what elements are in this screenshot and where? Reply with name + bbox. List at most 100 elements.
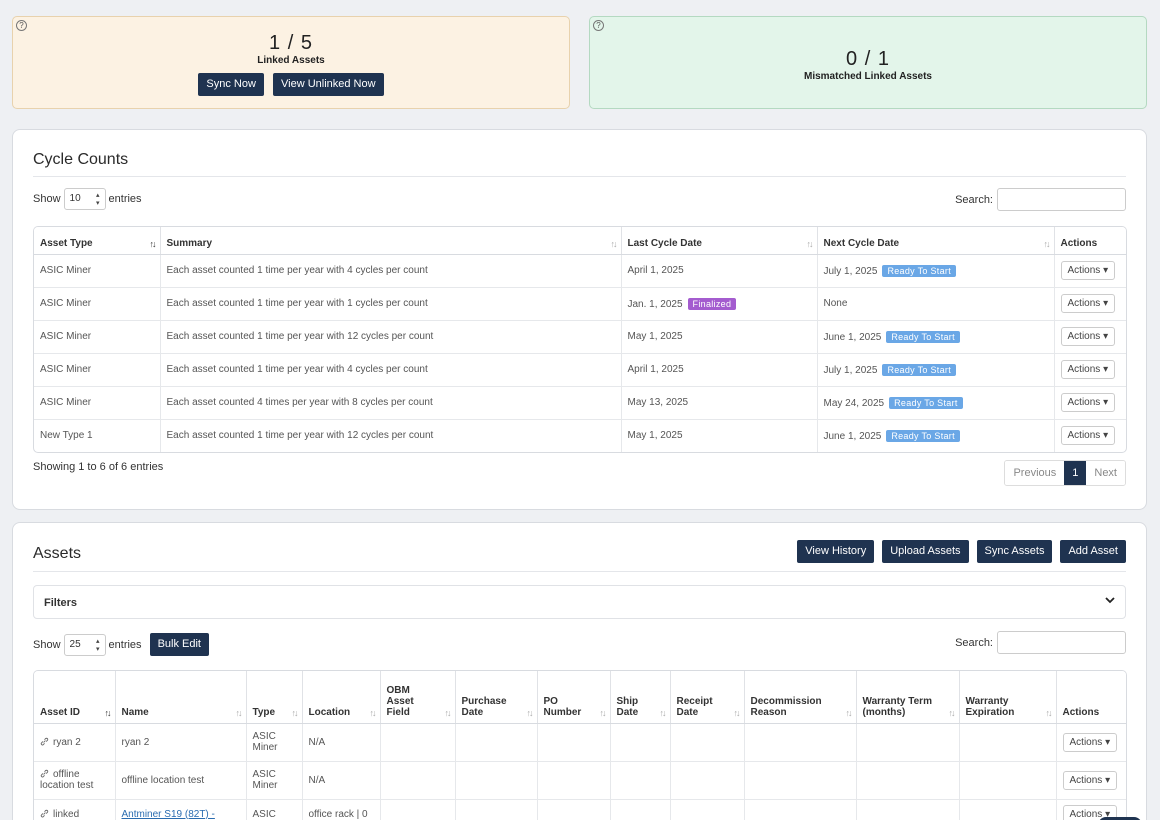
help-icon[interactable]: ? — [593, 20, 604, 31]
empty-cell — [744, 723, 857, 762]
column-header-po-number[interactable]: PO Number ↑↓ — [537, 671, 611, 724]
empty-cell — [670, 799, 745, 820]
column-header-summary[interactable]: Summary ↑↓ — [160, 227, 622, 255]
status-badge: Ready To Start — [889, 396, 963, 409]
actions-cell: Actions ▾ — [1054, 353, 1126, 387]
divider — [33, 571, 1126, 572]
summary-cell: Each asset counted 1 time per year with … — [160, 353, 622, 387]
assets-search: Search: — [955, 631, 1126, 654]
cycle-counts-panel: Cycle Counts Show 10 ▴ ▾ entries Search: A… — [12, 129, 1147, 510]
column-header-obm-asset-field[interactable]: OBM Asset Field ↑↓ — [380, 671, 456, 724]
table-row: ASIC Miner Each asset counted 1 time per … — [34, 287, 1126, 321]
column-header-receipt-date[interactable]: Receipt Date ↑↓ — [670, 671, 745, 724]
link-icon — [40, 809, 49, 818]
actions-cell: Actions ▾ — [1054, 386, 1126, 420]
asset-type-cell: New Type 1 — [34, 419, 161, 452]
sort-icon: ↑↓ — [610, 238, 618, 249]
upload-assets-button[interactable]: Upload Assets — [882, 540, 969, 563]
sort-icon: ↑↓ — [806, 238, 814, 249]
asset-id-cell[interactable]: linked — [34, 799, 116, 820]
actions-dropdown-button[interactable]: Actions ▾ — [1060, 294, 1116, 313]
column-header-actions: Actions — [1056, 671, 1126, 724]
actions-dropdown-button[interactable]: Actions ▾ — [1060, 360, 1116, 379]
asset-id-cell[interactable]: offline location test — [34, 761, 116, 800]
column-header-warranty-term-months[interactable]: Warranty Term (months) ↑↓ — [856, 671, 960, 724]
assets-panel: Assets View History Upload Assets Sync A… — [12, 522, 1147, 820]
assets-table: Asset ID ↑↓ Name ↑↓ Type ↑↓ Location ↑↓ OBM Asse… — [34, 671, 1126, 820]
page-1-button[interactable]: 1 — [1064, 461, 1087, 485]
sort-icon: ↑↓ — [526, 707, 534, 718]
linked-assets-label: Linked Assets — [257, 55, 325, 66]
add-asset-button[interactable]: Add Asset — [1060, 540, 1126, 563]
next-cycle-date-cell: July 1, 2025 Ready To Start — [817, 254, 1055, 288]
column-header-type[interactable]: Type ↑↓ — [246, 671, 303, 724]
column-header-ship-date[interactable]: Ship Date ↑↓ — [610, 671, 671, 724]
page-size-value: 25 — [69, 638, 81, 650]
help-icon[interactable]: ? — [16, 20, 27, 31]
show-label: Show — [33, 638, 61, 651]
empty-cell — [380, 761, 456, 800]
divider — [33, 176, 1126, 177]
empty-cell — [537, 723, 611, 762]
actions-dropdown-button[interactable]: Actions ▾ — [1062, 770, 1118, 790]
column-header-decommission-reason[interactable]: Decommission Reason ↑↓ — [744, 671, 857, 724]
table-row: ASIC Miner Each asset counted 1 time per … — [34, 353, 1126, 387]
actions-dropdown-button[interactable]: Actions ▾ — [1060, 426, 1116, 446]
actions-dropdown-button[interactable]: Actions ▾ — [1060, 261, 1116, 280]
actions-cell: Actions ▾ — [1054, 287, 1126, 321]
actions-dropdown-button[interactable]: Actions ▾ — [1062, 732, 1118, 752]
linked-assets-card: ? 1 / 5 Linked Assets Sync Now View Unli… — [12, 16, 570, 109]
select-arrows-icon: ▴ ▾ — [96, 637, 100, 653]
empty-cell — [670, 723, 745, 762]
asset-type-cell: ASIC Miner — [246, 761, 303, 800]
empty-cell — [537, 799, 611, 820]
sort-icon: ↑↓ — [1043, 238, 1051, 249]
next-cycle-date-cell: July 1, 2025 Ready To Start — [817, 353, 1055, 387]
column-header-last-cycle-date[interactable]: Last Cycle Date ↑↓ — [621, 227, 818, 255]
asset-name-link[interactable]: Antminer S19 (82T) - — [122, 809, 215, 820]
actions-dropdown-button[interactable]: Actions ▾ — [1060, 393, 1116, 412]
sort-icon: ↑↓ — [659, 707, 667, 718]
empty-cell — [610, 761, 671, 800]
status-badge: Ready To Start — [886, 330, 960, 343]
cycle-showing-text: Showing 1 to 6 of 6 entries — [33, 461, 164, 473]
sort-icon: ↑↓ — [948, 707, 956, 718]
cycle-search-input[interactable] — [997, 188, 1126, 211]
column-header-warranty-expiration[interactable]: Warranty Expiration ↑↓ — [959, 671, 1057, 724]
column-header-name[interactable]: Name ↑↓ — [115, 671, 247, 724]
asset-id-cell[interactable]: ryan 2 — [34, 723, 116, 762]
assets-page-size-select[interactable]: 25 ▴ ▾ — [63, 633, 106, 656]
table-row: ASIC Miner Each asset counted 1 time per … — [34, 320, 1126, 354]
entries-label: entries — [108, 638, 142, 651]
previous-page-button[interactable]: Previous — [1005, 461, 1065, 485]
column-header-location[interactable]: Location ↑↓ — [302, 671, 381, 724]
actions-cell: Actions ▾ — [1056, 723, 1126, 762]
next-cycle-date-cell: May 24, 2025 Ready To Start — [817, 386, 1055, 420]
bulk-edit-button[interactable]: Bulk Edit — [149, 633, 209, 656]
linked-assets-count: 1 / 5 — [269, 32, 313, 54]
assets-search-input[interactable] — [997, 631, 1126, 654]
summary-cell: Each asset counted 4 times per year with… — [160, 386, 622, 420]
actions-dropdown-button[interactable]: Actions ▾ — [1060, 327, 1116, 346]
column-header-purchase-date[interactable]: Purchase Date ↑↓ — [455, 671, 538, 724]
column-header-asset-id[interactable]: Asset ID ↑↓ — [34, 671, 116, 724]
table-row: New Type 1 Each asset counted 1 time per … — [34, 419, 1126, 452]
sort-icon: ↑↓ — [149, 238, 157, 249]
sync-now-button[interactable]: Sync Now — [198, 73, 264, 96]
next-cycle-date-cell: None — [817, 287, 1055, 321]
sync-assets-button[interactable]: Sync Assets — [976, 540, 1053, 563]
filters-accordion[interactable]: Filters — [33, 585, 1126, 619]
column-header-next-cycle-date[interactable]: Next Cycle Date ↑↓ — [817, 227, 1055, 255]
sort-icon: ↑↓ — [444, 707, 452, 718]
next-page-button[interactable]: Next — [1086, 461, 1125, 485]
sort-icon: ↑↓ — [1045, 707, 1053, 718]
cycle-pagination: Previous 1 Next — [1004, 460, 1126, 486]
column-header-asset-type[interactable]: Asset Type ↑↓ — [34, 227, 161, 255]
filters-label: Filters — [44, 597, 78, 609]
assets-page-size-control: Show 25 ▴ ▾ entries Bulk Edit — [33, 633, 209, 656]
cycle-page-size-select[interactable]: 10 ▴ ▾ — [63, 188, 106, 210]
view-unlinked-now-button[interactable]: View Unlinked Now — [273, 73, 384, 96]
actions-cell: Actions ▾ — [1056, 761, 1126, 800]
asset-type-cell: ASIC Miner — [34, 353, 161, 387]
view-history-button[interactable]: View History — [797, 540, 875, 563]
